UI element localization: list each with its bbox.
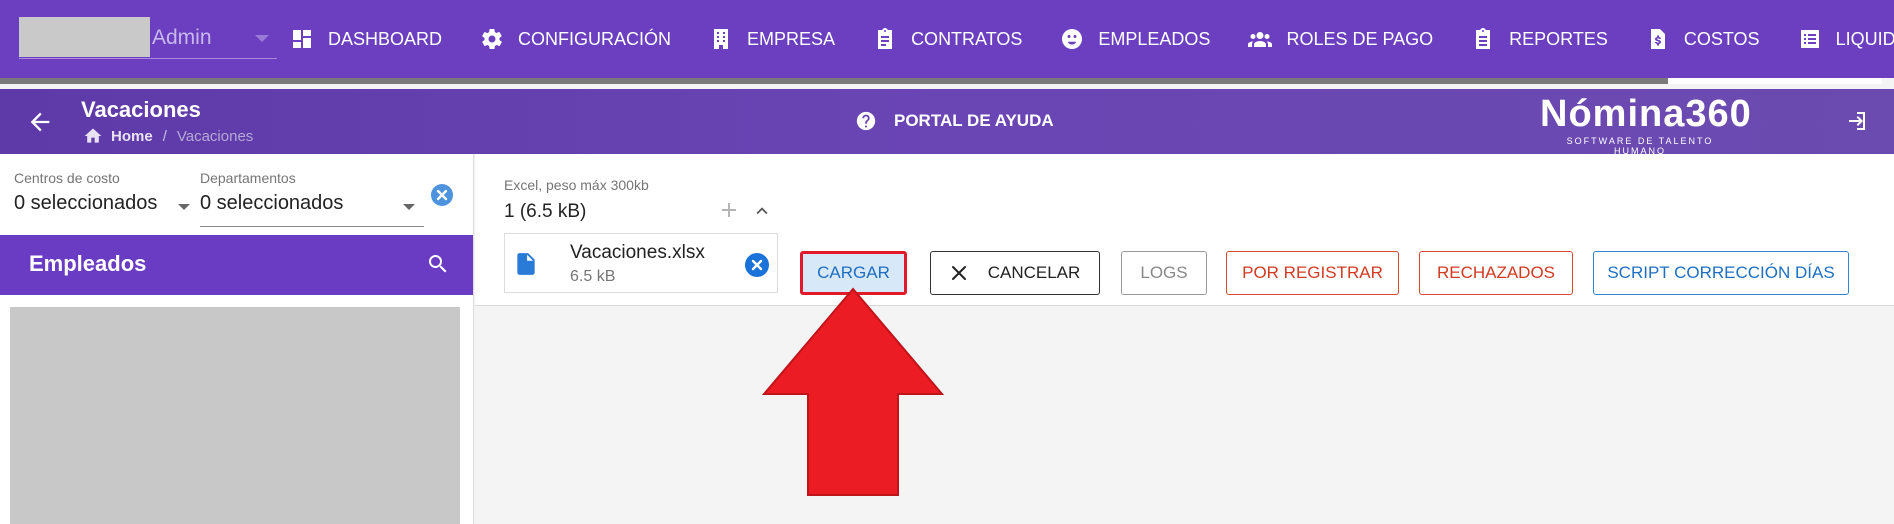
nav-item-label: CONTRATOS xyxy=(911,28,1023,49)
search-icon xyxy=(429,255,447,273)
dashboard-icon xyxy=(293,30,311,48)
logout-icon xyxy=(1849,112,1865,130)
home-icon xyxy=(84,128,102,143)
people-icon xyxy=(1248,32,1273,47)
plus-icon xyxy=(722,203,736,217)
breadcrumb: Home / Vacaciones xyxy=(83,126,253,146)
breadcrumb-current: Vacaciones xyxy=(176,127,254,145)
cost-centers-filter[interactable]: Centros de costo 0 seleccionados xyxy=(14,170,157,215)
employees-list[interactable] xyxy=(10,307,460,524)
nav-item-label: ROLES DE PAGO xyxy=(1286,28,1434,49)
nav-scrollbar-thumb[interactable] xyxy=(1668,78,1882,84)
rechazados-label: RECHAZADOS xyxy=(1436,263,1556,282)
nav-scrollbar-track[interactable] xyxy=(0,78,1882,84)
help-icon xyxy=(856,111,876,131)
logout-button[interactable] xyxy=(1844,109,1870,135)
building-icon xyxy=(714,29,729,49)
nav-item-reportes[interactable]: REPORTES xyxy=(1471,27,1608,51)
rechazados-button[interactable]: RECHAZADOS xyxy=(1419,251,1573,295)
back-button[interactable] xyxy=(26,108,56,138)
uploaded-file-card: Vacaciones.xlsx 6.5 kB xyxy=(504,233,778,293)
cargar-label: CARGAR xyxy=(817,263,890,282)
main-nav: DASHBOARD CONFIGURACIÓN EMPRESA CONTRATO… xyxy=(290,0,1894,78)
upload-count: 1 (6.5 kB) xyxy=(504,201,587,222)
nav-item-empleados[interactable]: EMPLEADOS xyxy=(1060,27,1210,51)
help-portal-link[interactable]: PORTAL DE AYUDA xyxy=(855,110,1054,132)
employees-title: Empleados xyxy=(29,251,147,276)
brand-name: Nómina360 xyxy=(1540,93,1752,135)
cancelar-label: CANCELAR xyxy=(987,263,1081,282)
nav-item-contratos[interactable]: CONTRATOS xyxy=(873,27,1022,51)
face-icon xyxy=(1062,29,1083,49)
dollar-file-icon xyxy=(1650,29,1665,49)
close-icon xyxy=(436,189,448,201)
collapse-button[interactable] xyxy=(751,200,773,222)
nav-item-liquidaciones[interactable]: LIQUIDACIONE xyxy=(1798,27,1894,51)
chevron-down-icon xyxy=(255,35,269,42)
nav-item-label: COSTOS xyxy=(1683,28,1760,49)
nav-item-empresa[interactable]: EMPRESA xyxy=(709,27,835,51)
chevron-up-icon xyxy=(756,207,768,215)
page-header: Vacaciones Home / Vacaciones PORTAL DE A… xyxy=(0,89,1894,156)
nav-item-label: LIQUIDACIONE xyxy=(1835,28,1894,49)
nav-item-label: EMPLEADOS xyxy=(1098,28,1211,49)
logs-button[interactable]: LOGS xyxy=(1121,251,1207,295)
left-panel: Centros de costo 0 seleccionados Departa… xyxy=(0,154,474,524)
employees-header: Empleados xyxy=(0,235,473,295)
nav-item-dashboard[interactable]: DASHBOARD xyxy=(290,27,442,51)
annotation-arrow xyxy=(761,287,945,496)
brand-tagline: SOFTWARE DE TALENTO HUMANO xyxy=(1566,136,1714,156)
add-file-button[interactable] xyxy=(717,198,741,222)
logs-label: LOGS xyxy=(1140,263,1188,282)
breadcrumb-home[interactable]: Home xyxy=(111,128,153,145)
page-title: Vacaciones xyxy=(81,97,201,122)
nav-item-label: CONFIGURACIÓN xyxy=(518,28,672,49)
departments-value: 0 seleccionados xyxy=(200,192,344,214)
departments-filter[interactable]: Departamentos 0 seleccionados xyxy=(200,170,343,215)
cost-centers-label: Centros de costo xyxy=(14,170,120,186)
remove-file-button[interactable] xyxy=(745,253,769,277)
employees-search-button[interactable] xyxy=(426,252,450,276)
breadcrumb-separator: / xyxy=(162,127,167,145)
chevron-down-icon[interactable] xyxy=(178,204,190,210)
brand-logo: Nómina360 SOFTWARE DE TALENTO HUMANO xyxy=(1540,93,1752,156)
cost-centers-value: 0 seleccionados xyxy=(14,192,158,214)
nav-item-roles-de-pago[interactable]: ROLES DE PAGO xyxy=(1248,27,1433,51)
avatar xyxy=(19,17,150,57)
top-navbar: Admin DASHBOARD CONFIGURACIÓN EMPRESA CO… xyxy=(0,0,1894,78)
close-icon xyxy=(751,259,763,271)
nav-item-label: REPORTES xyxy=(1509,28,1608,49)
chevron-down-icon[interactable] xyxy=(403,204,415,210)
nav-item-label: DASHBOARD xyxy=(328,28,443,49)
list-icon xyxy=(1800,30,1819,48)
file-size: 6.5 kB xyxy=(570,268,616,285)
script-correccion-button[interactable]: SCRIPT CORRECCIÓN DÍAS xyxy=(1593,251,1849,295)
nav-item-label: EMPRESA xyxy=(747,28,836,49)
departments-underline xyxy=(200,226,424,227)
por-registrar-label: POR REGISTRAR xyxy=(1242,263,1383,282)
nav-item-costos[interactable]: COSTOS xyxy=(1646,27,1760,51)
clipboard-icon xyxy=(878,28,893,49)
file-icon xyxy=(513,250,539,278)
clear-filters-button[interactable] xyxy=(431,184,453,206)
close-icon xyxy=(951,266,966,280)
user-selector[interactable]: Admin xyxy=(19,17,277,59)
gear-icon xyxy=(482,29,502,50)
arrow-left-icon xyxy=(30,112,50,132)
upload-hint: Excel, peso máx 300kb xyxy=(504,177,649,193)
departments-label: Departamentos xyxy=(200,170,296,186)
por-registrar-button[interactable]: POR REGISTRAR xyxy=(1226,251,1399,295)
help-portal-label: PORTAL DE AYUDA xyxy=(894,111,1054,130)
cancelar-button[interactable]: CANCELAR xyxy=(930,251,1100,295)
nav-item-configuracion[interactable]: CONFIGURACIÓN xyxy=(480,27,671,51)
user-name: Admin xyxy=(152,26,212,49)
clipboard-list-icon xyxy=(1476,28,1491,49)
file-name: Vacaciones.xlsx xyxy=(570,242,705,263)
script-correccion-label: SCRIPT CORRECCIÓN DÍAS xyxy=(1607,263,1835,282)
